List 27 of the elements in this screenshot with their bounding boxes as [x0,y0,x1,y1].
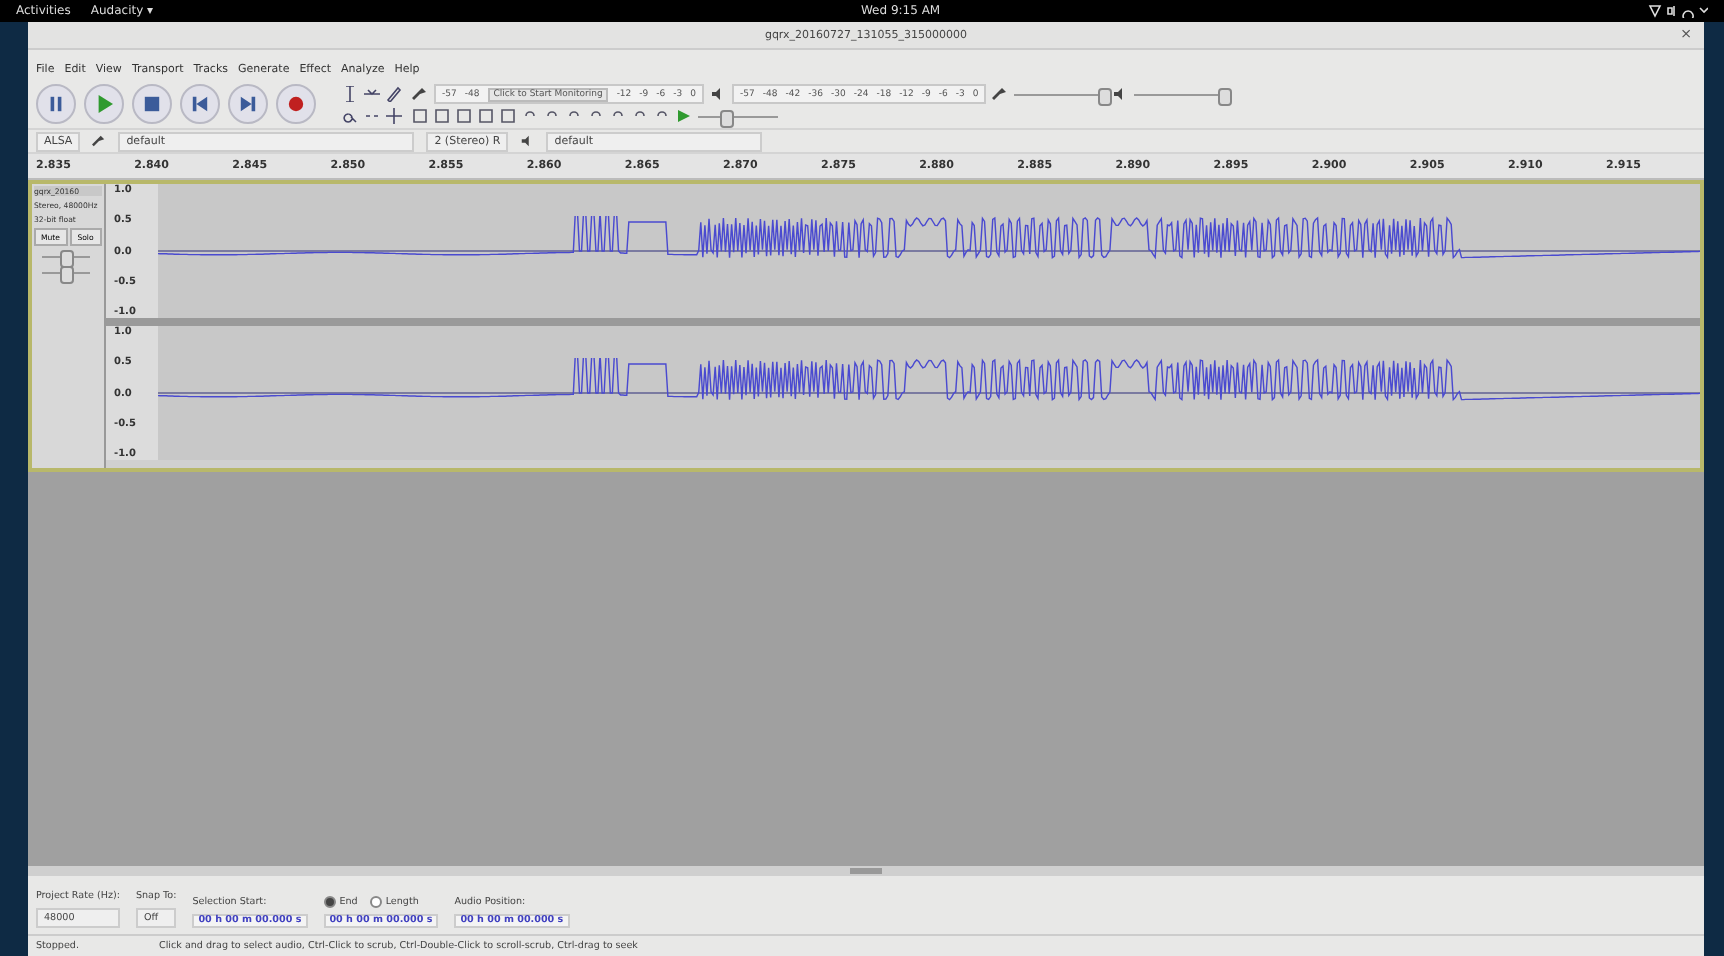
slider-thumb[interactable] [1097,87,1112,105]
slider[interactable] [698,108,778,124]
speaker-icon [520,134,535,148]
slider[interactable] [42,264,90,280]
slider-thumb[interactable] [60,249,74,267]
microphone-icon [412,86,428,102]
slider-thumb[interactable] [1217,87,1232,105]
skip-start-button[interactable] [180,84,220,124]
slider[interactable] [42,248,90,264]
slider[interactable] [1134,86,1227,102]
slider-thumb[interactable] [60,265,74,283]
zoom-tool-icon[interactable] [342,107,358,123]
selection-tool-icon[interactable] [342,85,358,101]
play-at-speed-icon[interactable] [676,108,692,124]
pause-button[interactable] [36,84,76,124]
microphone-icon [92,134,107,148]
record-button[interactable] [276,84,316,124]
slider[interactable] [1014,86,1107,102]
slider-thumb[interactable] [720,109,734,127]
multi-tool-icon[interactable] [386,107,402,123]
play-button[interactable] [84,84,124,124]
microphone-icon [992,86,1009,102]
stop-button[interactable] [132,84,172,124]
draw-tool-icon[interactable] [386,85,402,101]
skip-end-button[interactable] [228,84,268,124]
system-status-icon[interactable] [1648,4,1708,18]
horizontal-scrollbar[interactable] [28,866,1704,876]
